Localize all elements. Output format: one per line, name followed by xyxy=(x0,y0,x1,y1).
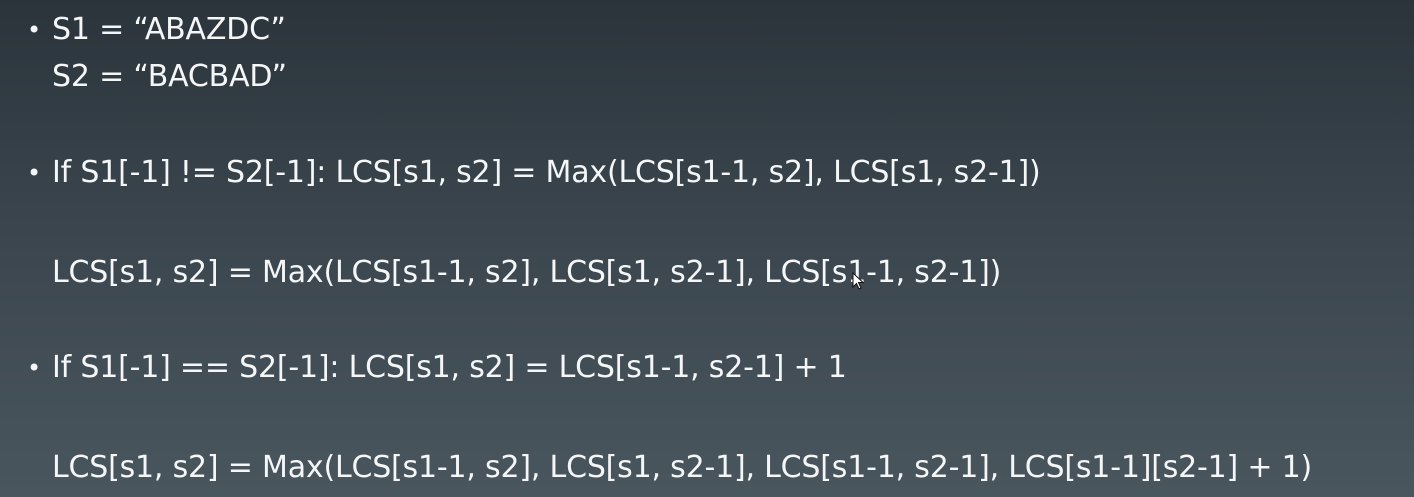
bullet-marker: • xyxy=(27,16,42,44)
mouse-pointer-icon xyxy=(852,272,864,290)
mismatch-recurrence: If S1[-1] != S2[-1]: LCS[s1, s2] = Max(L… xyxy=(52,155,1041,190)
bullet-marker: • xyxy=(27,354,42,382)
bullet-marker: • xyxy=(27,159,42,187)
string-s2-definition: S2 = “BACBAD” xyxy=(52,59,287,94)
slide-content: • S1 = “ABAZDC” S2 = “BACBAD” • If S1[-1… xyxy=(0,0,1414,497)
match-recurrence: If S1[-1] == S2[-1]: LCS[s1, s2] = LCS[s… xyxy=(52,350,847,385)
string-s1-definition: S1 = “ABAZDC” xyxy=(52,12,286,47)
match-recurrence-expanded: LCS[s1, s2] = Max(LCS[s1-1, s2], LCS[s1,… xyxy=(52,450,1313,485)
